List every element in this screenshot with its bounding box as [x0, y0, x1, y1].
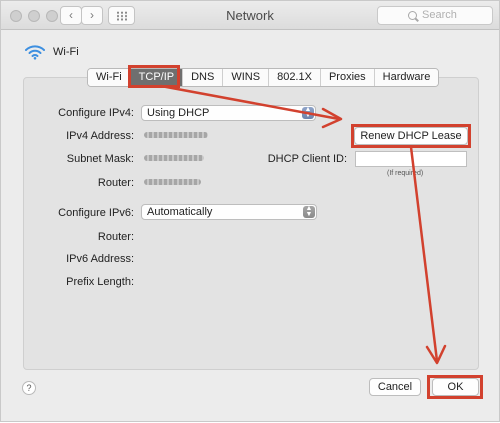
annotation-arrows [159, 84, 447, 365]
network-preferences-window: ‹ › Network Search Wi-Fi Wi-Fi TCP/IP DN… [0, 0, 500, 422]
arrow-to-ok-line [409, 145, 439, 363]
arrow-to-renew-line [159, 84, 341, 121]
